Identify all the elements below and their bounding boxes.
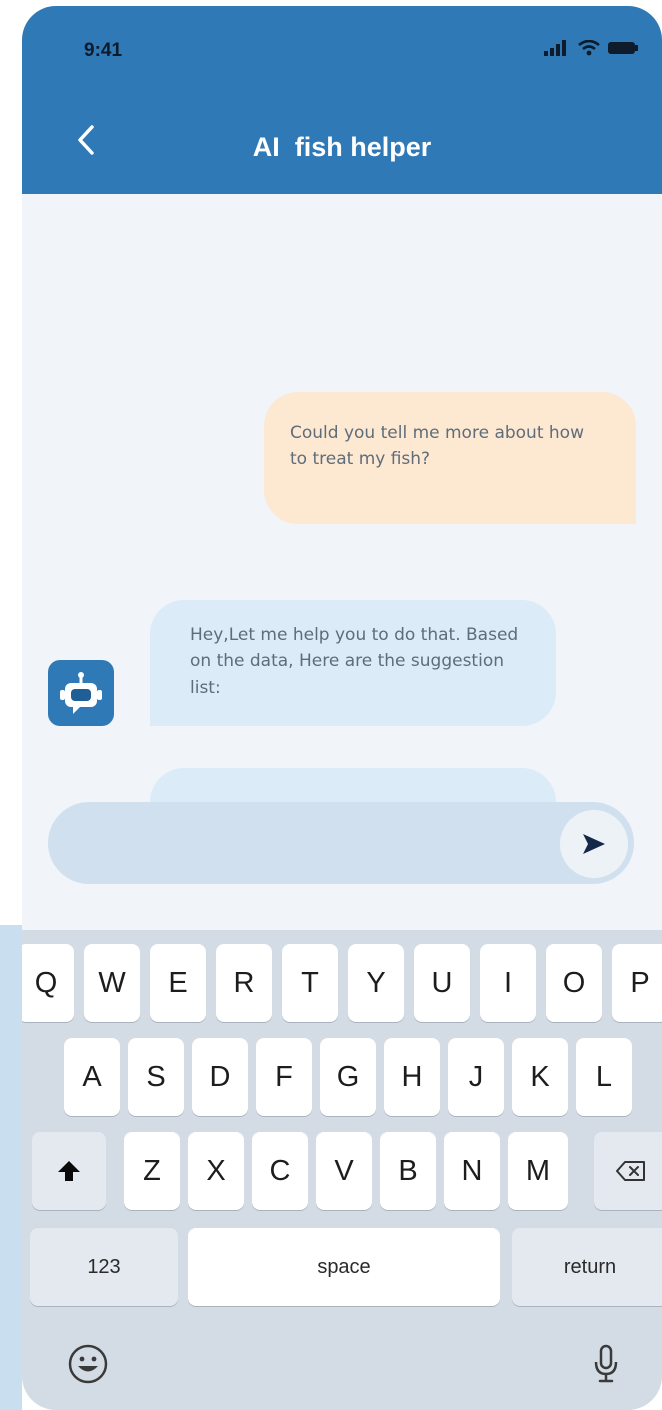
wifi-icon: [578, 40, 600, 56]
key-r[interactable]: R: [216, 944, 272, 1022]
space-key[interactable]: space: [188, 1228, 500, 1306]
user-message: Could you tell me more about how to trea…: [264, 392, 636, 524]
return-key[interactable]: return: [512, 1228, 662, 1306]
key-s[interactable]: S: [128, 1038, 184, 1116]
key-m[interactable]: M: [508, 1132, 568, 1210]
key-l[interactable]: L: [576, 1038, 632, 1116]
keyboard-row-2: A S D F G H J K L: [22, 1038, 662, 1116]
emoji-icon: [68, 1344, 108, 1384]
key-e[interactable]: E: [150, 944, 206, 1022]
emoji-button[interactable]: [64, 1340, 112, 1388]
keyboard-row-4: 123 space return: [22, 1228, 662, 1306]
key-q[interactable]: Q: [22, 944, 74, 1022]
side-panel: [0, 925, 22, 1410]
keyboard-row-1: Q W E R T Y U I O P: [22, 944, 662, 1022]
key-i[interactable]: I: [480, 944, 536, 1022]
microphone-icon: [594, 1344, 618, 1383]
shift-icon: [58, 1161, 80, 1181]
message-input[interactable]: [78, 802, 562, 886]
phone-screen: 9:41 AI fish helper Could you tell me mo…: [22, 6, 662, 1410]
key-p[interactable]: P: [612, 944, 662, 1022]
backspace-key[interactable]: [594, 1132, 662, 1210]
numbers-key[interactable]: 123: [30, 1228, 178, 1306]
key-z[interactable]: Z: [124, 1132, 180, 1210]
status-icons: [544, 40, 638, 56]
key-d[interactable]: D: [192, 1038, 248, 1116]
send-button[interactable]: [560, 810, 628, 878]
microphone-button[interactable]: [586, 1340, 626, 1388]
key-b[interactable]: B: [380, 1132, 436, 1210]
key-x[interactable]: X: [188, 1132, 244, 1210]
key-n[interactable]: N: [444, 1132, 500, 1210]
bot-message: Hey,Let me help you to do that. Based on…: [150, 600, 556, 726]
battery-icon: [608, 42, 638, 54]
key-j[interactable]: J: [448, 1038, 504, 1116]
signal-icon: [544, 40, 566, 56]
keyboard: Q W E R T Y U I O P A S D F G H J K L Z …: [22, 930, 662, 1410]
robot-icon: [60, 672, 102, 714]
key-u[interactable]: U: [414, 944, 470, 1022]
key-h[interactable]: H: [384, 1038, 440, 1116]
key-a[interactable]: A: [64, 1038, 120, 1116]
bot-avatar: [48, 660, 114, 726]
key-k[interactable]: K: [512, 1038, 568, 1116]
key-f[interactable]: F: [256, 1038, 312, 1116]
key-o[interactable]: O: [546, 944, 602, 1022]
app-header: 9:41 AI fish helper: [22, 6, 662, 194]
status-time: 9:41: [84, 40, 123, 61]
key-y[interactable]: Y: [348, 944, 404, 1022]
shift-key[interactable]: [32, 1132, 106, 1210]
key-g[interactable]: G: [320, 1038, 376, 1116]
page-title: AI fish helper: [252, 132, 432, 162]
message-composer: [48, 802, 634, 886]
key-w[interactable]: W: [84, 944, 140, 1022]
backspace-icon: [616, 1161, 645, 1181]
send-icon: [583, 834, 605, 854]
key-v[interactable]: V: [316, 1132, 372, 1210]
key-c[interactable]: C: [252, 1132, 308, 1210]
key-t[interactable]: T: [282, 944, 338, 1022]
keyboard-row-3: Z X C V B N M: [22, 1132, 662, 1210]
